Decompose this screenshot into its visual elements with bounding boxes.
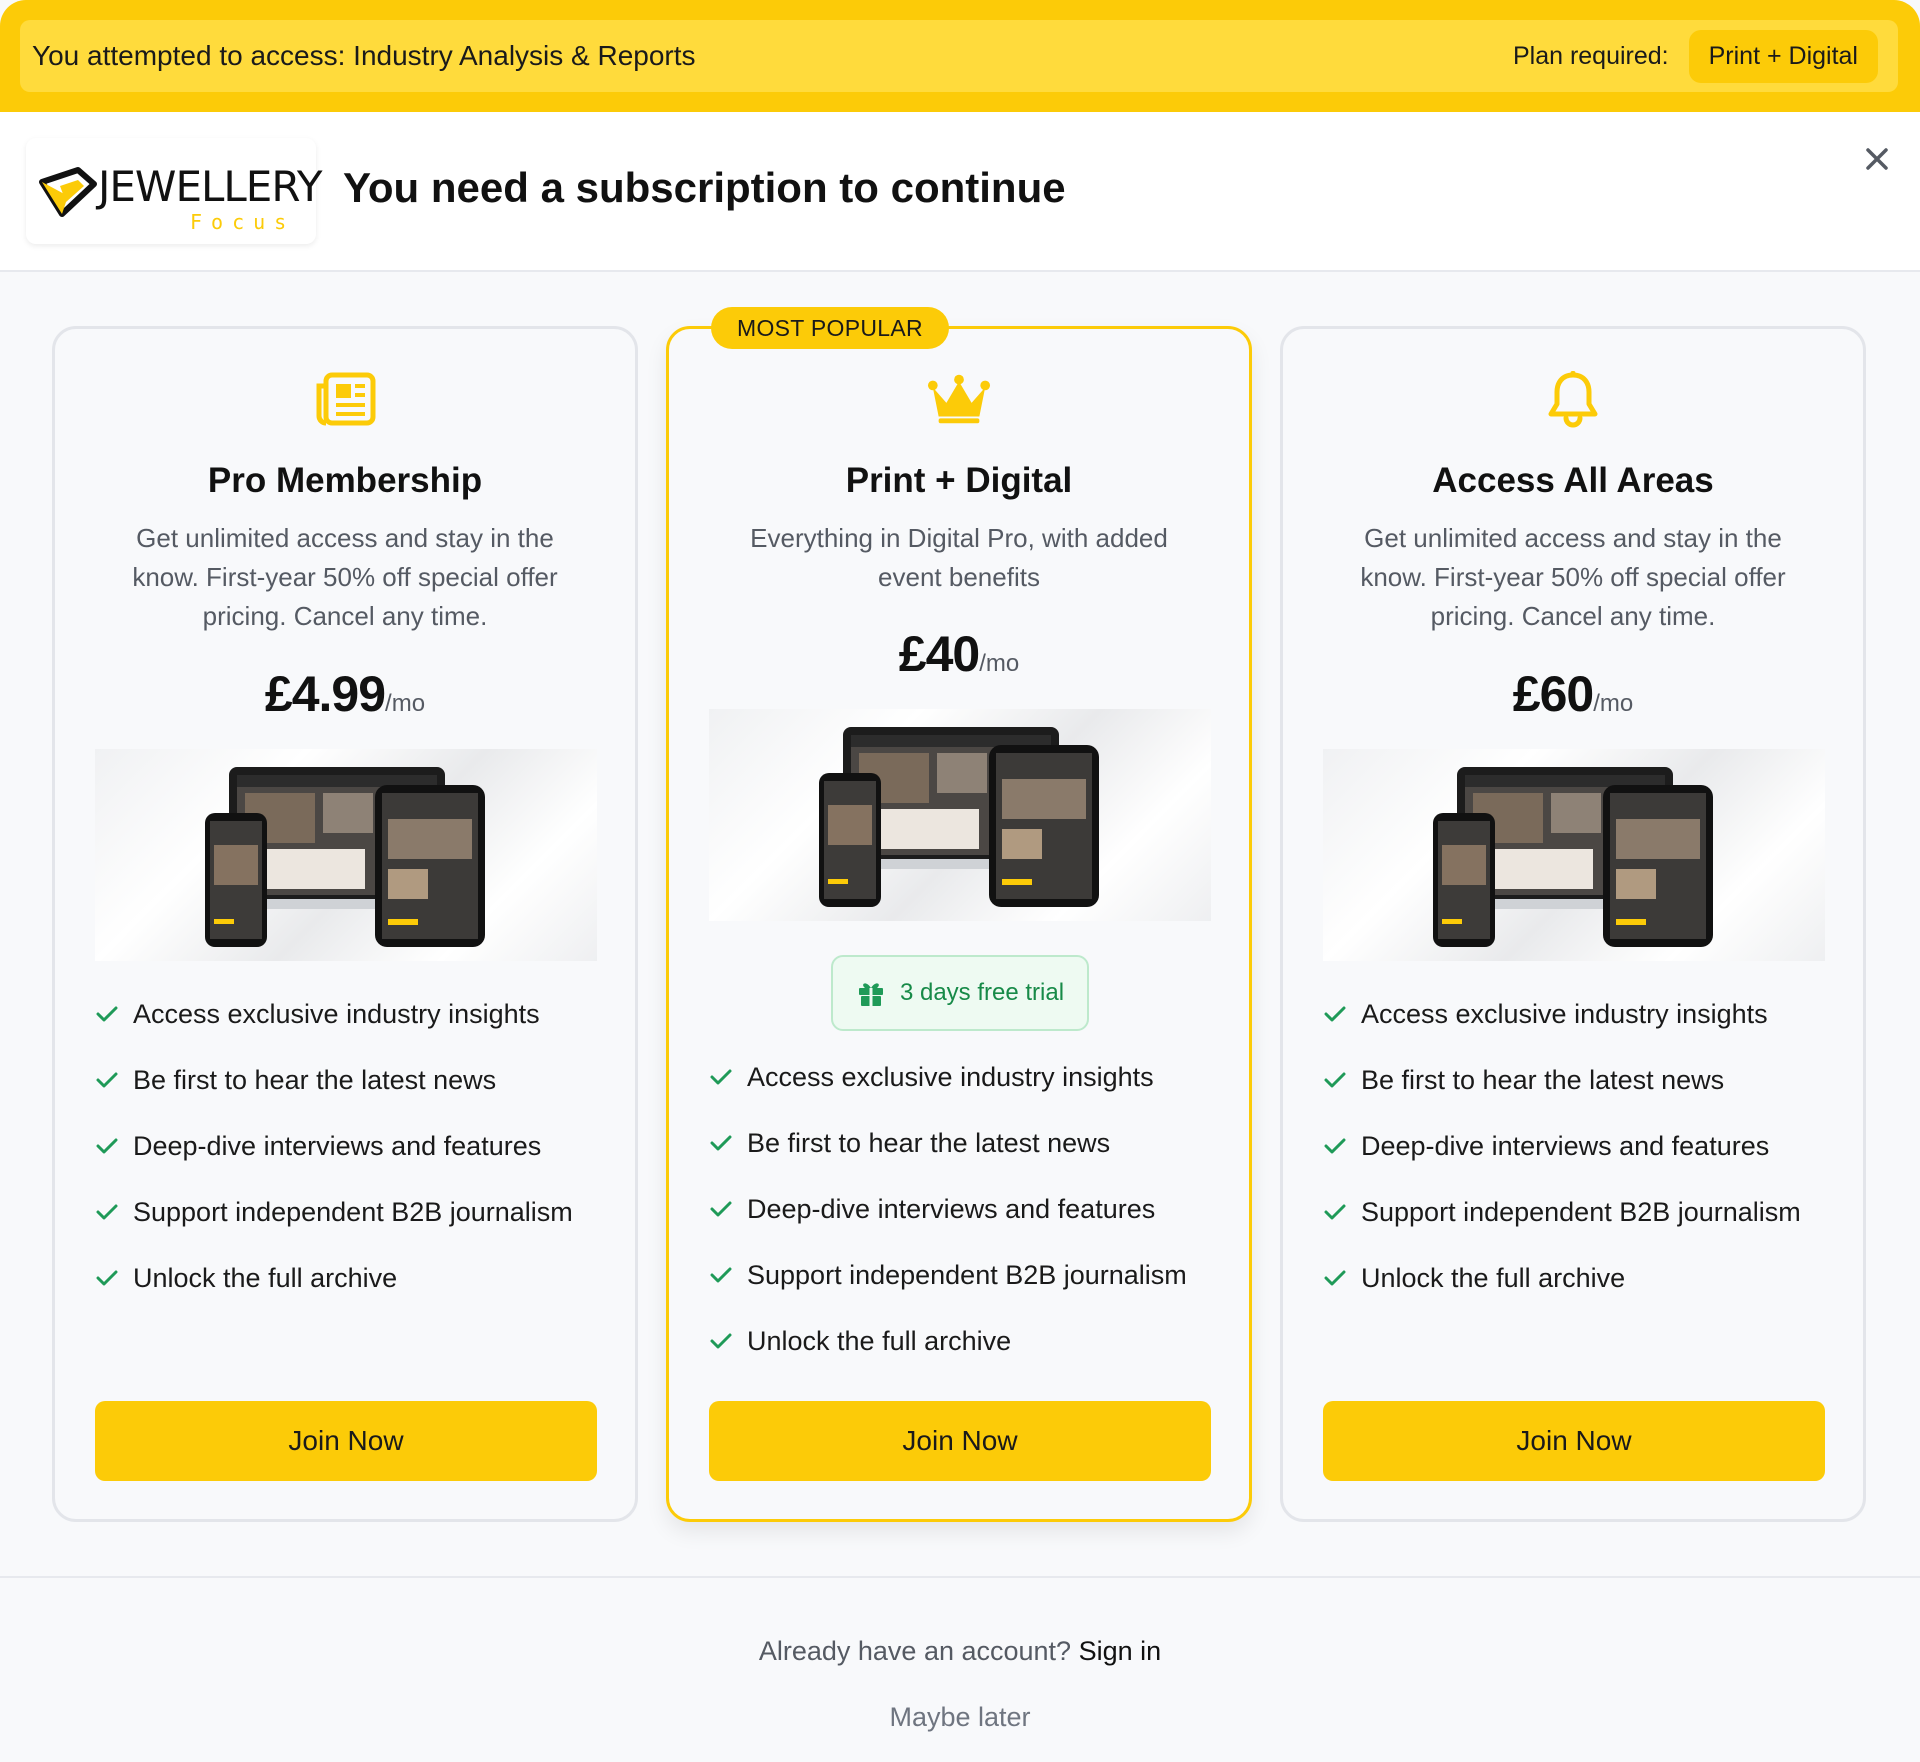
maybe-later-link[interactable]: Maybe later [0, 1702, 1920, 1733]
plan-description: Get unlimited access and stay in the kno… [132, 523, 558, 631]
check-icon [1324, 1204, 1346, 1220]
close-icon [1866, 148, 1888, 170]
check-icon [710, 1069, 732, 1085]
price-amount: £40 [898, 626, 980, 682]
feature-item: Support independent B2B journalism [709, 1242, 1229, 1308]
most-popular-badge: MOST POPULAR [711, 307, 949, 349]
devices-preview-image [95, 749, 597, 961]
feature-item: Deep-dive interviews and features [95, 1113, 615, 1179]
feature-item: Support independent B2B journalism [95, 1179, 615, 1245]
sign-in-link[interactable]: Sign in [1079, 1636, 1162, 1666]
crown-icon [927, 371, 991, 427]
devices-preview-image [709, 709, 1211, 921]
feature-label: Deep-dive interviews and features [747, 1193, 1156, 1224]
free-trial-text: 3 days free trial [899, 979, 1065, 1006]
feature-label: Deep-dive interviews and features [133, 1130, 542, 1161]
access-banner: You attempted to access: Industry Analys… [0, 0, 1920, 112]
feature-label: Support independent B2B journalism [747, 1259, 1187, 1290]
modal-title: You need a subscription to continue [343, 164, 1066, 211]
plan-name: Access All Areas [1432, 461, 1714, 500]
feature-list: Access exclusive industry insights Be fi… [1323, 981, 1843, 1311]
feature-label: Be first to hear the latest news [133, 1064, 497, 1095]
check-icon [710, 1201, 732, 1217]
plan-description: Get unlimited access and stay in the kno… [1360, 523, 1786, 631]
newspaper-icon [313, 371, 377, 427]
modal-footer: Already have an account? Sign in Maybe l… [0, 1576, 1920, 1762]
plan-price: £40/mo [669, 625, 1249, 683]
diamond-logo-icon [39, 167, 97, 217]
free-trial-badge: 3 days free trial [831, 955, 1089, 1031]
jewellery-focus-logo: JEWELLERY Focus [26, 138, 322, 244]
price-amount: £60 [1512, 666, 1594, 722]
check-icon [710, 1135, 732, 1151]
plan-card-print-digital: MOST POPULAR Print + Digital Everything … [666, 307, 1252, 1522]
join-now-button-pro-membership[interactable]: Join Now [95, 1401, 597, 1481]
feature-label: Deep-dive interviews and features [1361, 1130, 1770, 1161]
subscription-modal: You attempted to access: Industry Analys… [0, 0, 1920, 1762]
feature-item: Access exclusive industry insights [95, 981, 615, 1047]
signin-prompt: Already have an account? Sign in [0, 1636, 1920, 1667]
plan-description: Everything in Digital Pro, with added ev… [750, 523, 1168, 592]
price-amount: £4.99 [264, 666, 386, 722]
feature-item: Be first to hear the latest news [1323, 1047, 1843, 1113]
plan-required-badge: Print + Digital [1688, 29, 1878, 83]
check-icon [1324, 1072, 1346, 1088]
feature-label: Unlock the full archive [133, 1262, 398, 1293]
feature-item: Unlock the full archive [95, 1245, 615, 1311]
feature-item: Unlock the full archive [1323, 1245, 1843, 1311]
feature-list: Access exclusive industry insights Be fi… [709, 1044, 1229, 1374]
feature-label: Unlock the full archive [1361, 1262, 1626, 1293]
plan-price: £4.99/mo [55, 665, 635, 723]
check-icon [96, 1204, 118, 1220]
check-icon [1324, 1270, 1346, 1286]
feature-label: Support independent B2B journalism [1361, 1196, 1801, 1227]
feature-label: Be first to hear the latest news [747, 1127, 1111, 1158]
check-icon [710, 1267, 732, 1283]
price-period: /mo [979, 650, 1020, 677]
feature-list: Access exclusive industry insights Be fi… [95, 981, 615, 1311]
modal-header: JEWELLERY Focus You need a subscription … [0, 112, 1920, 272]
devices-preview-image [1323, 749, 1825, 961]
plan-name: Print + Digital [845, 461, 1073, 500]
check-icon [96, 1138, 118, 1154]
join-now-button-access-all-areas[interactable]: Join Now [1323, 1401, 1825, 1481]
feature-item: Deep-dive interviews and features [709, 1176, 1229, 1242]
bell-icon [1541, 371, 1605, 428]
gift-icon [858, 983, 883, 1006]
check-icon [1324, 1006, 1346, 1022]
feature-item: Unlock the full archive [709, 1308, 1229, 1374]
price-period: /mo [1593, 690, 1634, 717]
check-icon [96, 1006, 118, 1022]
check-icon [96, 1072, 118, 1088]
feature-label: Access exclusive industry insights [1361, 998, 1768, 1029]
join-now-button-print-digital[interactable]: Join Now [709, 1401, 1211, 1481]
plan-price: £60/mo [1283, 665, 1863, 723]
check-icon [96, 1270, 118, 1286]
plan-name: Pro Membership [207, 461, 483, 500]
feature-item: Be first to hear the latest news [95, 1047, 615, 1113]
feature-item: Access exclusive industry insights [709, 1044, 1229, 1110]
feature-label: Access exclusive industry insights [133, 998, 540, 1029]
attempted-access-text: You attempted to access: Industry Analys… [32, 40, 696, 71]
signin-prompt-text: Already have an account? [758, 1636, 1072, 1666]
feature-item: Access exclusive industry insights [1323, 981, 1843, 1047]
feature-item: Deep-dive interviews and features [1323, 1113, 1843, 1179]
logo-subtext: Focus [190, 210, 296, 234]
logo-wordmark: JEWELLERY [98, 162, 322, 211]
feature-item: Be first to hear the latest news [709, 1110, 1229, 1176]
check-icon [1324, 1138, 1346, 1154]
price-period: /mo [385, 690, 426, 717]
feature-label: Support independent B2B journalism [133, 1196, 573, 1227]
close-button[interactable] [1858, 140, 1896, 178]
check-icon [710, 1333, 732, 1349]
plan-card-pro-membership: Pro Membership Get unlimited access and … [52, 326, 638, 1522]
plan-card-access-all-areas: Access All Areas Get unlimited access an… [1280, 326, 1866, 1522]
plan-required-label: Plan required: [1512, 41, 1669, 70]
feature-label: Access exclusive industry insights [747, 1061, 1154, 1092]
access-banner-inner: You attempted to access: Industry Analys… [20, 20, 1898, 92]
feature-label: Be first to hear the latest news [1361, 1064, 1725, 1095]
feature-item: Support independent B2B journalism [1323, 1179, 1843, 1245]
feature-label: Unlock the full archive [747, 1325, 1012, 1356]
plan-required: Plan required: Print + Digital [1512, 29, 1878, 83]
